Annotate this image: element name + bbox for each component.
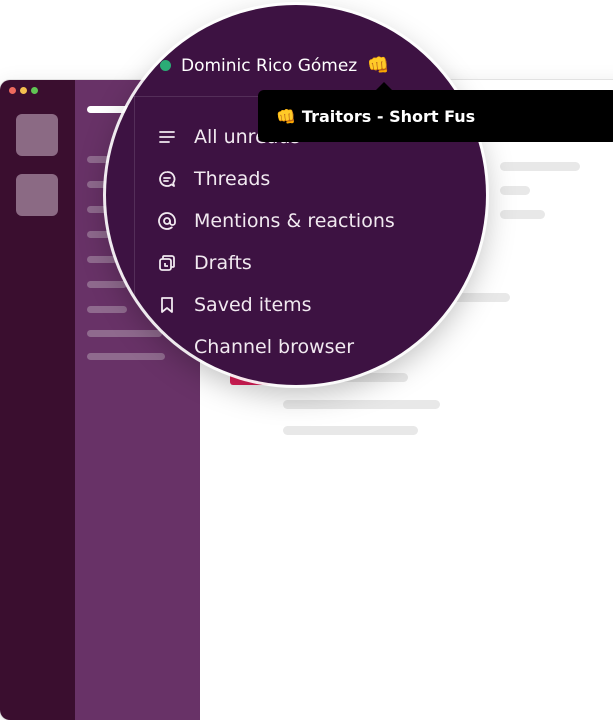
content-placeholder: [500, 210, 545, 219]
status-emoji-icon[interactable]: 👊: [367, 55, 389, 76]
content-placeholder: [500, 186, 530, 195]
status-tooltip: 👊 Traitors - Short Fus: [258, 82, 613, 142]
close-dot[interactable]: [9, 87, 16, 94]
user-header[interactable]: Dominic Rico Gómez 👊: [160, 55, 390, 76]
menu-item-mentions[interactable]: Mentions & reactions: [156, 210, 395, 232]
window-controls: [9, 87, 38, 94]
all-unreads-icon: [156, 126, 178, 148]
tooltip-text: Traitors - Short Fus: [301, 106, 476, 126]
bookmark-icon: [156, 294, 178, 316]
user-name: Dominic Rico Gómez: [181, 55, 358, 76]
menu-item-label: Saved items: [194, 294, 312, 316]
minimize-dot[interactable]: [20, 87, 27, 94]
menu-item-label: Channel browser: [194, 336, 355, 358]
menu-item-label: Drafts: [194, 252, 252, 274]
menu-item-channel-browser[interactable]: Channel browser: [156, 336, 354, 358]
mentions-icon: [156, 210, 178, 232]
workspace-tile[interactable]: [16, 114, 58, 156]
workspace-tile[interactable]: [16, 174, 58, 216]
menu-item-drafts[interactable]: Drafts: [156, 252, 252, 274]
channel-browser-icon: [156, 336, 178, 358]
menu-item-saved[interactable]: Saved items: [156, 294, 312, 316]
magnifier-lens: Dominic Rico Gómez 👊 All unreads Threads…: [106, 5, 486, 385]
zoom-dot[interactable]: [31, 87, 38, 94]
threads-icon: [156, 168, 178, 190]
menu-item-threads[interactable]: Threads: [156, 168, 270, 190]
drafts-icon: [156, 252, 178, 274]
menu-item-label: Threads: [194, 168, 271, 190]
presence-indicator: [160, 60, 171, 71]
content-placeholder: [283, 400, 440, 409]
content-placeholder: [283, 426, 418, 435]
fist-emoji-icon: 👊: [276, 106, 296, 126]
content-placeholder: [500, 162, 580, 171]
sidebar-divider: [134, 96, 135, 385]
menu-item-label: Mentions & reactions: [194, 210, 395, 232]
workspace-rail: [0, 80, 75, 720]
